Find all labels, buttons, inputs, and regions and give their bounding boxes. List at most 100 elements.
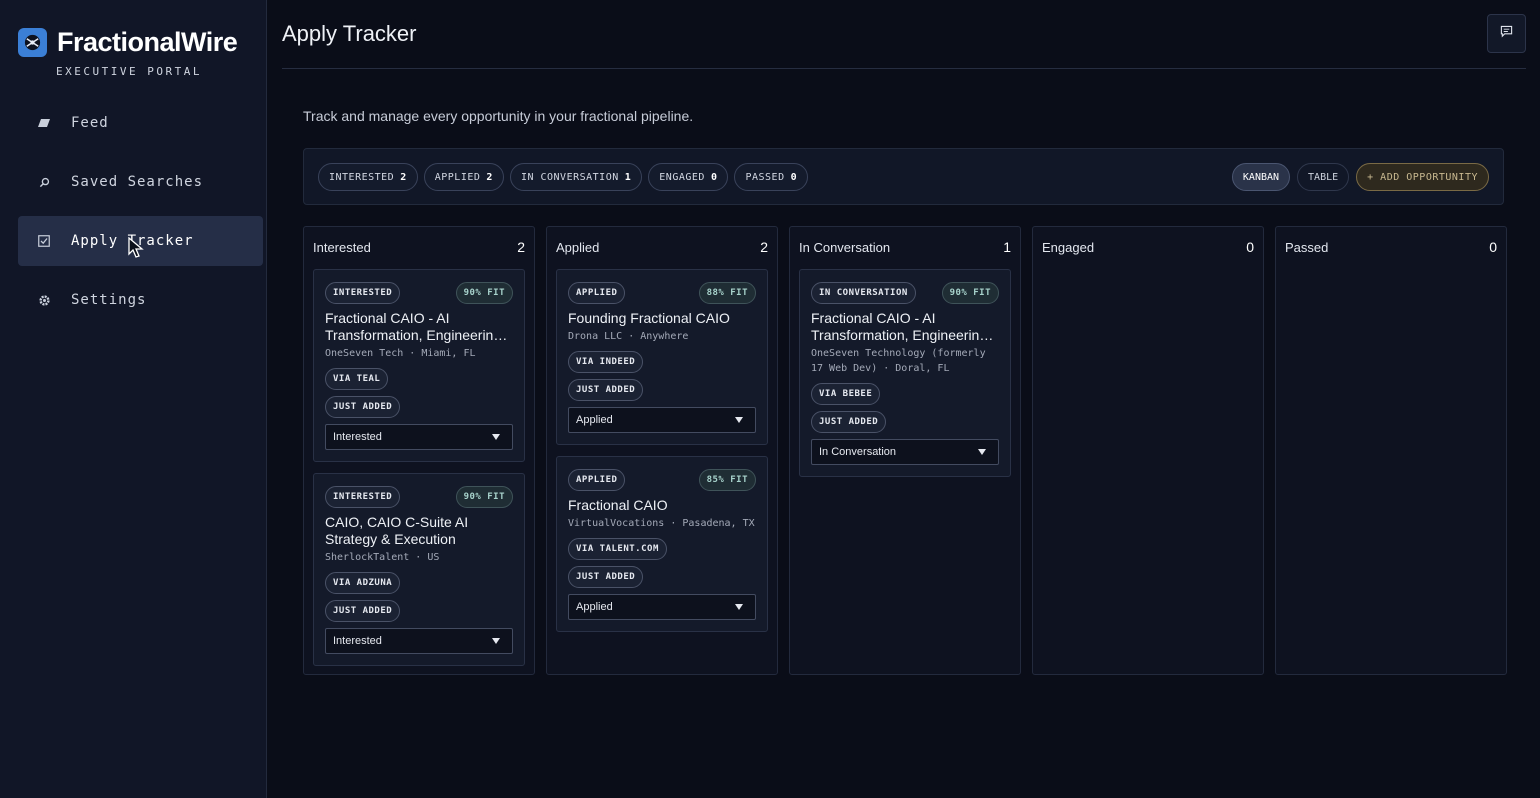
column-header: Applied 2 bbox=[547, 227, 777, 267]
status-select[interactable]: Interested bbox=[325, 424, 513, 450]
filter-chip-interested[interactable]: INTERESTED 2 bbox=[318, 163, 418, 191]
status-select[interactable]: Applied bbox=[568, 407, 756, 433]
feed-icon bbox=[36, 119, 52, 127]
just-added-badge: JUST ADDED bbox=[568, 379, 644, 401]
message-icon bbox=[1500, 25, 1513, 43]
gear-icon bbox=[36, 294, 52, 307]
fit-badge: 90% FIT bbox=[455, 486, 513, 508]
caret-down-icon bbox=[978, 449, 986, 455]
column-title: Passed bbox=[1285, 239, 1329, 255]
feedback-button[interactable] bbox=[1487, 14, 1526, 53]
search-icon bbox=[36, 177, 52, 188]
chip-label: ENGAGED bbox=[659, 171, 705, 183]
opportunity-card[interactable]: APPLIED 85% FIT Fractional CAIO VirtualV… bbox=[556, 456, 768, 632]
page-title: Apply Tracker bbox=[282, 21, 417, 46]
sidebar-item-label: Feed bbox=[71, 115, 109, 131]
card-meta: OneSeven Tech · Miami, FL bbox=[325, 348, 476, 359]
chip-count: 1 bbox=[624, 171, 632, 183]
column-title: Applied bbox=[556, 239, 600, 255]
filter-chip-passed[interactable]: PASSED 0 bbox=[734, 163, 809, 191]
source-badge: VIA BEBEE bbox=[811, 383, 881, 405]
caret-down-icon bbox=[492, 434, 500, 440]
chip-label: INTERESTED bbox=[329, 171, 395, 183]
source-badge: VIA INDEED bbox=[568, 351, 644, 373]
status-badge: INTERESTED bbox=[325, 282, 401, 304]
checkbox-icon bbox=[36, 235, 52, 247]
card-title[interactable]: CAIO, CAIO C-Suite AI Strategy & Executi… bbox=[325, 514, 513, 548]
kanban-view-button[interactable]: KANBAN bbox=[1231, 163, 1291, 191]
main-content: Apply Tracker Track and manage every opp… bbox=[282, 0, 1526, 798]
opportunity-card[interactable]: IN CONVERSATION 90% FIT Fractional CAIO … bbox=[799, 269, 1011, 477]
status-select[interactable]: Interested bbox=[325, 628, 513, 654]
source-badge: VIA TEAL bbox=[325, 368, 389, 390]
just-added-badge: JUST ADDED bbox=[325, 600, 401, 622]
opportunity-card[interactable]: INTERESTED 90% FIT CAIO, CAIO C-Suite AI… bbox=[313, 473, 525, 666]
fit-badge: 85% FIT bbox=[698, 469, 756, 491]
just-added-badge: JUST ADDED bbox=[325, 396, 401, 418]
source-badge: VIA ADZUNA bbox=[325, 572, 401, 594]
brand-logo-icon bbox=[18, 28, 47, 57]
status-filters: INTERESTED 2 APPLIED 2 IN CONVERSATION 1 EN… bbox=[318, 163, 809, 191]
status-select-value: Interested bbox=[333, 431, 382, 443]
status-select-value: Applied bbox=[576, 414, 613, 426]
column-count: 0 bbox=[1246, 239, 1254, 255]
status-select[interactable]: Applied bbox=[568, 594, 756, 620]
column-count: 2 bbox=[517, 239, 525, 255]
card-title[interactable]: Fractional CAIO - AI Transformation, Eng… bbox=[811, 310, 999, 344]
column-header: Engaged 0 bbox=[1033, 227, 1263, 267]
column-header: Passed 0 bbox=[1276, 227, 1506, 267]
fit-badge: 90% FIT bbox=[941, 282, 999, 304]
source-badge: VIA TALENT.COM bbox=[568, 538, 667, 560]
column-interested: Interested 2 INTERESTED 90% FIT Fraction… bbox=[303, 226, 535, 675]
column-count: 0 bbox=[1489, 239, 1497, 255]
card-title[interactable]: Fractional CAIO bbox=[568, 497, 756, 514]
card-meta: VirtualVocations · Pasadena, TX bbox=[568, 518, 755, 529]
column-title: Interested bbox=[313, 239, 371, 255]
caret-down-icon bbox=[735, 604, 743, 610]
just-added-badge: JUST ADDED bbox=[568, 566, 644, 588]
column-count: 1 bbox=[1003, 239, 1011, 255]
add-opportunity-button[interactable]: + ADD OPPORTUNITY bbox=[1356, 163, 1489, 191]
column-engaged: Engaged 0 bbox=[1032, 226, 1264, 675]
chip-count: 0 bbox=[710, 171, 718, 183]
chip-count: 2 bbox=[400, 171, 407, 183]
chip-count: 0 bbox=[790, 171, 798, 183]
filter-chip-engaged[interactable]: ENGAGED 0 bbox=[648, 163, 729, 191]
caret-down-icon bbox=[735, 417, 743, 423]
filter-chip-in-conversation[interactable]: IN CONVERSATION 1 bbox=[509, 163, 643, 191]
column-count: 2 bbox=[760, 239, 768, 255]
column-header: Interested 2 bbox=[304, 227, 534, 267]
chip-label: APPLIED bbox=[434, 171, 481, 183]
status-select[interactable]: In Conversation bbox=[811, 439, 999, 465]
card-title[interactable]: Founding Fractional CAIO bbox=[568, 310, 756, 327]
status-select-value: Interested bbox=[333, 635, 382, 647]
kanban-board: Interested 2 INTERESTED 90% FIT Fraction… bbox=[303, 226, 1507, 675]
filter-bar: INTERESTED 2 APPLIED 2 IN CONVERSATION 1 EN… bbox=[303, 148, 1504, 205]
opportunity-card[interactable]: APPLIED 88% FIT Founding Fractional CAIO… bbox=[556, 269, 768, 445]
chip-label: IN CONVERSATION bbox=[520, 171, 619, 183]
caret-down-icon bbox=[492, 638, 500, 644]
status-badge: INTERESTED bbox=[325, 486, 401, 508]
sidebar-item-label: Saved Searches bbox=[71, 174, 204, 190]
sidebar-item-label: Settings bbox=[71, 292, 147, 308]
opportunity-card[interactable]: INTERESTED 90% FIT Fractional CAIO - AI … bbox=[313, 269, 525, 462]
sidebar-item-settings[interactable]: Settings bbox=[18, 275, 263, 325]
status-badge: APPLIED bbox=[568, 469, 626, 491]
column-header: In Conversation 1 bbox=[790, 227, 1020, 267]
card-meta: Drona LLC · Anywhere bbox=[568, 331, 689, 342]
status-select-value: Applied bbox=[576, 601, 613, 613]
filter-chip-applied[interactable]: APPLIED 2 bbox=[423, 163, 504, 191]
chip-label: PASSED bbox=[745, 171, 785, 183]
column-applied: Applied 2 APPLIED 88% FIT Founding Fract… bbox=[546, 226, 778, 675]
sidebar-item-saved-searches[interactable]: Saved Searches bbox=[18, 157, 263, 207]
brand-name: FractionalWire bbox=[57, 27, 238, 57]
column-title: In Conversation bbox=[799, 239, 891, 255]
sidebar-nav: Feed Saved Searches Apply Tracker Settin… bbox=[18, 98, 263, 334]
column-title: Engaged bbox=[1042, 239, 1095, 255]
status-badge: APPLIED bbox=[568, 282, 626, 304]
sidebar-item-feed[interactable]: Feed bbox=[18, 98, 263, 148]
mouse-cursor-icon bbox=[128, 236, 144, 264]
sidebar: FractionalWire EXECUTIVE PORTAL Feed Sav… bbox=[0, 0, 267, 798]
table-view-button[interactable]: TABLE bbox=[1297, 163, 1350, 191]
card-title[interactable]: Fractional CAIO - AI Transformation, Eng… bbox=[325, 310, 513, 344]
